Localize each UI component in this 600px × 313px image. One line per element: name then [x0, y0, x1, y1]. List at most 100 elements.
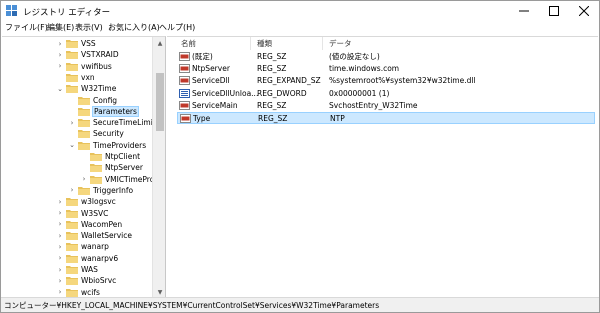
value-name: ServiceDllUnloa... [192, 88, 259, 98]
expand-chevron-icon[interactable]: › [56, 287, 64, 297]
collapse-chevron-icon[interactable]: ⌄ [68, 140, 76, 151]
scrollbar-thumb[interactable] [156, 73, 164, 131]
tree-item-label: WbioSrvc [81, 276, 117, 286]
folder-icon [66, 232, 78, 241]
value-data: 0x00000001 (1) [329, 88, 390, 98]
tree-item-label: Config [93, 95, 118, 105]
title-bar[interactable]: レジストリ エディター [1, 1, 599, 21]
expand-chevron-icon[interactable]: › [56, 230, 64, 241]
expand-chevron-icon[interactable] [80, 151, 88, 162]
expand-chevron-icon[interactable]: › [56, 61, 64, 72]
tree-item[interactable]: Config [2, 95, 152, 106]
tree-item[interactable]: › wanarpv6 [2, 253, 152, 264]
menu-file[interactable]: ファイル(F) [5, 22, 48, 33]
tree-item-label: NtpServer [105, 163, 143, 173]
close-icon [579, 6, 589, 16]
tree-item[interactable]: › WacomPen [2, 219, 152, 230]
tree-item[interactable]: › WbioSrvc [2, 275, 152, 286]
tree-item[interactable]: › WAS [2, 264, 152, 275]
tree-item[interactable]: › vwifibus [2, 61, 152, 72]
column-header-data[interactable]: データ [329, 37, 352, 50]
tree-item[interactable]: › wcifs [2, 287, 152, 297]
value-row[interactable]: NtpServer REG_SZ time.windows.com [177, 63, 595, 75]
close-button[interactable] [569, 1, 599, 21]
value-row[interactable]: ServiceDllUnloa... REG_DWORD 0x00000001 (1… [177, 88, 595, 100]
expand-chevron-icon[interactable]: › [80, 174, 88, 185]
folder-icon [66, 220, 78, 229]
expand-chevron-icon[interactable]: › [68, 185, 76, 196]
value-type: REG_SZ [257, 100, 287, 110]
collapse-chevron-icon[interactable]: ⌄ [56, 83, 64, 94]
column-divider[interactable] [250, 37, 251, 50]
scroll-down-arrow-icon[interactable]: ▼ [153, 286, 165, 297]
string-value-icon [179, 64, 190, 74]
maximize-button[interactable] [539, 1, 569, 21]
menu-help[interactable]: ヘルプ(H) [159, 22, 195, 33]
expand-chevron-icon[interactable]: › [56, 208, 64, 219]
status-bar: コンピューター¥HKEY_LOCAL_MACHINE¥SYSTEM¥Curren… [1, 297, 599, 312]
tree-item[interactable]: › wanarp [2, 241, 152, 252]
expand-chevron-icon[interactable]: › [56, 38, 64, 49]
column-header-name[interactable]: 名前 [181, 37, 196, 50]
folder-icon [78, 96, 90, 105]
column-header-type[interactable]: 種類 [257, 37, 272, 50]
maximize-icon [549, 6, 559, 16]
key-tree-pane[interactable]: › VSS › VSTXRAID › vwifibus vxn ⌄ W32Time Config P… [2, 36, 166, 297]
value-type: REG_SZ [257, 64, 287, 74]
value-row[interactable]: (既定) REG_SZ (値の設定なし) [177, 51, 595, 63]
tree-item[interactable]: › VSTXRAID [2, 49, 152, 60]
expand-chevron-icon[interactable]: › [56, 275, 64, 286]
expand-chevron-icon[interactable] [80, 162, 88, 173]
minimize-button[interactable] [509, 1, 539, 21]
menu-favorites[interactable]: お気に入り(A) [108, 22, 160, 33]
tree-item[interactable]: › WalletService [2, 230, 152, 241]
expand-chevron-icon[interactable]: › [56, 241, 64, 252]
expand-chevron-icon[interactable]: › [56, 253, 64, 264]
expand-chevron-icon[interactable] [56, 72, 64, 83]
value-row[interactable]: ServiceDll REG_EXPAND_SZ %systemroot%¥syst… [177, 75, 595, 87]
value-name: NtpServer [192, 64, 230, 74]
folder-icon [78, 107, 90, 116]
values-list-pane[interactable]: 名前 種類 データ (既定) REG_SZ (値の設定なし) NtpServer REG… [167, 36, 598, 297]
tree-item[interactable]: ⌄ TimeProviders [2, 140, 152, 151]
tree-item[interactable]: › VSS [2, 38, 152, 49]
expand-chevron-icon[interactable]: › [56, 219, 64, 230]
folder-icon [66, 85, 78, 94]
tree-item-label: wanarp [81, 242, 109, 252]
expand-chevron-icon[interactable] [68, 106, 76, 117]
value-row[interactable]: ServiceMain REG_SZ SvchostEntry_W32Time [177, 100, 595, 112]
tree-item-label: SecureTimeLimits [93, 118, 160, 128]
menu-edit[interactable]: 編集(E) [47, 22, 74, 33]
tree-item[interactable]: › TriggerInfo [2, 185, 152, 196]
tree-item[interactable]: › W3SVC [2, 208, 152, 219]
status-key-path: コンピューター¥HKEY_LOCAL_MACHINE¥SYSTEM¥Curren… [4, 301, 380, 310]
expand-chevron-icon[interactable]: › [68, 117, 76, 128]
expand-chevron-icon[interactable] [68, 95, 76, 106]
expand-chevron-icon[interactable]: › [56, 49, 64, 60]
tree-item[interactable]: ⌄ W32Time [2, 83, 152, 94]
scroll-up-arrow-icon[interactable]: ▲ [153, 37, 165, 49]
value-type: REG_EXPAND_SZ [257, 76, 321, 86]
expand-chevron-icon[interactable] [68, 128, 76, 139]
tree-item[interactable]: Security [2, 128, 152, 139]
expand-chevron-icon[interactable]: › [56, 264, 64, 275]
tree-item[interactable]: › VMICTimeProvic [2, 174, 165, 185]
value-data: SvchostEntry_W32Time [329, 100, 418, 110]
tree-item[interactable]: Parameters [2, 105, 152, 117]
value-row[interactable]: Type REG_SZ NTP [177, 112, 595, 124]
tree-item-label: vxn [81, 72, 95, 82]
menu-view[interactable]: 表示(V) [75, 22, 103, 33]
expand-chevron-icon[interactable]: › [56, 196, 64, 207]
value-data: NTP [330, 114, 345, 123]
tree-item-label: Security [93, 129, 124, 139]
tree-item[interactable]: NtpClient [2, 151, 152, 162]
minimize-icon [519, 10, 529, 12]
tree-item[interactable]: NtpServer [2, 162, 152, 173]
tree-item[interactable]: vxn [2, 72, 152, 83]
column-divider[interactable] [322, 37, 323, 50]
tree-item[interactable]: › w3logsvc [2, 196, 152, 207]
folder-icon [66, 288, 78, 297]
tree-item[interactable]: › SecureTimeLimits [2, 117, 160, 128]
tree-scrollbar[interactable]: ▲ ▼ [152, 37, 165, 297]
folder-icon [78, 119, 90, 128]
